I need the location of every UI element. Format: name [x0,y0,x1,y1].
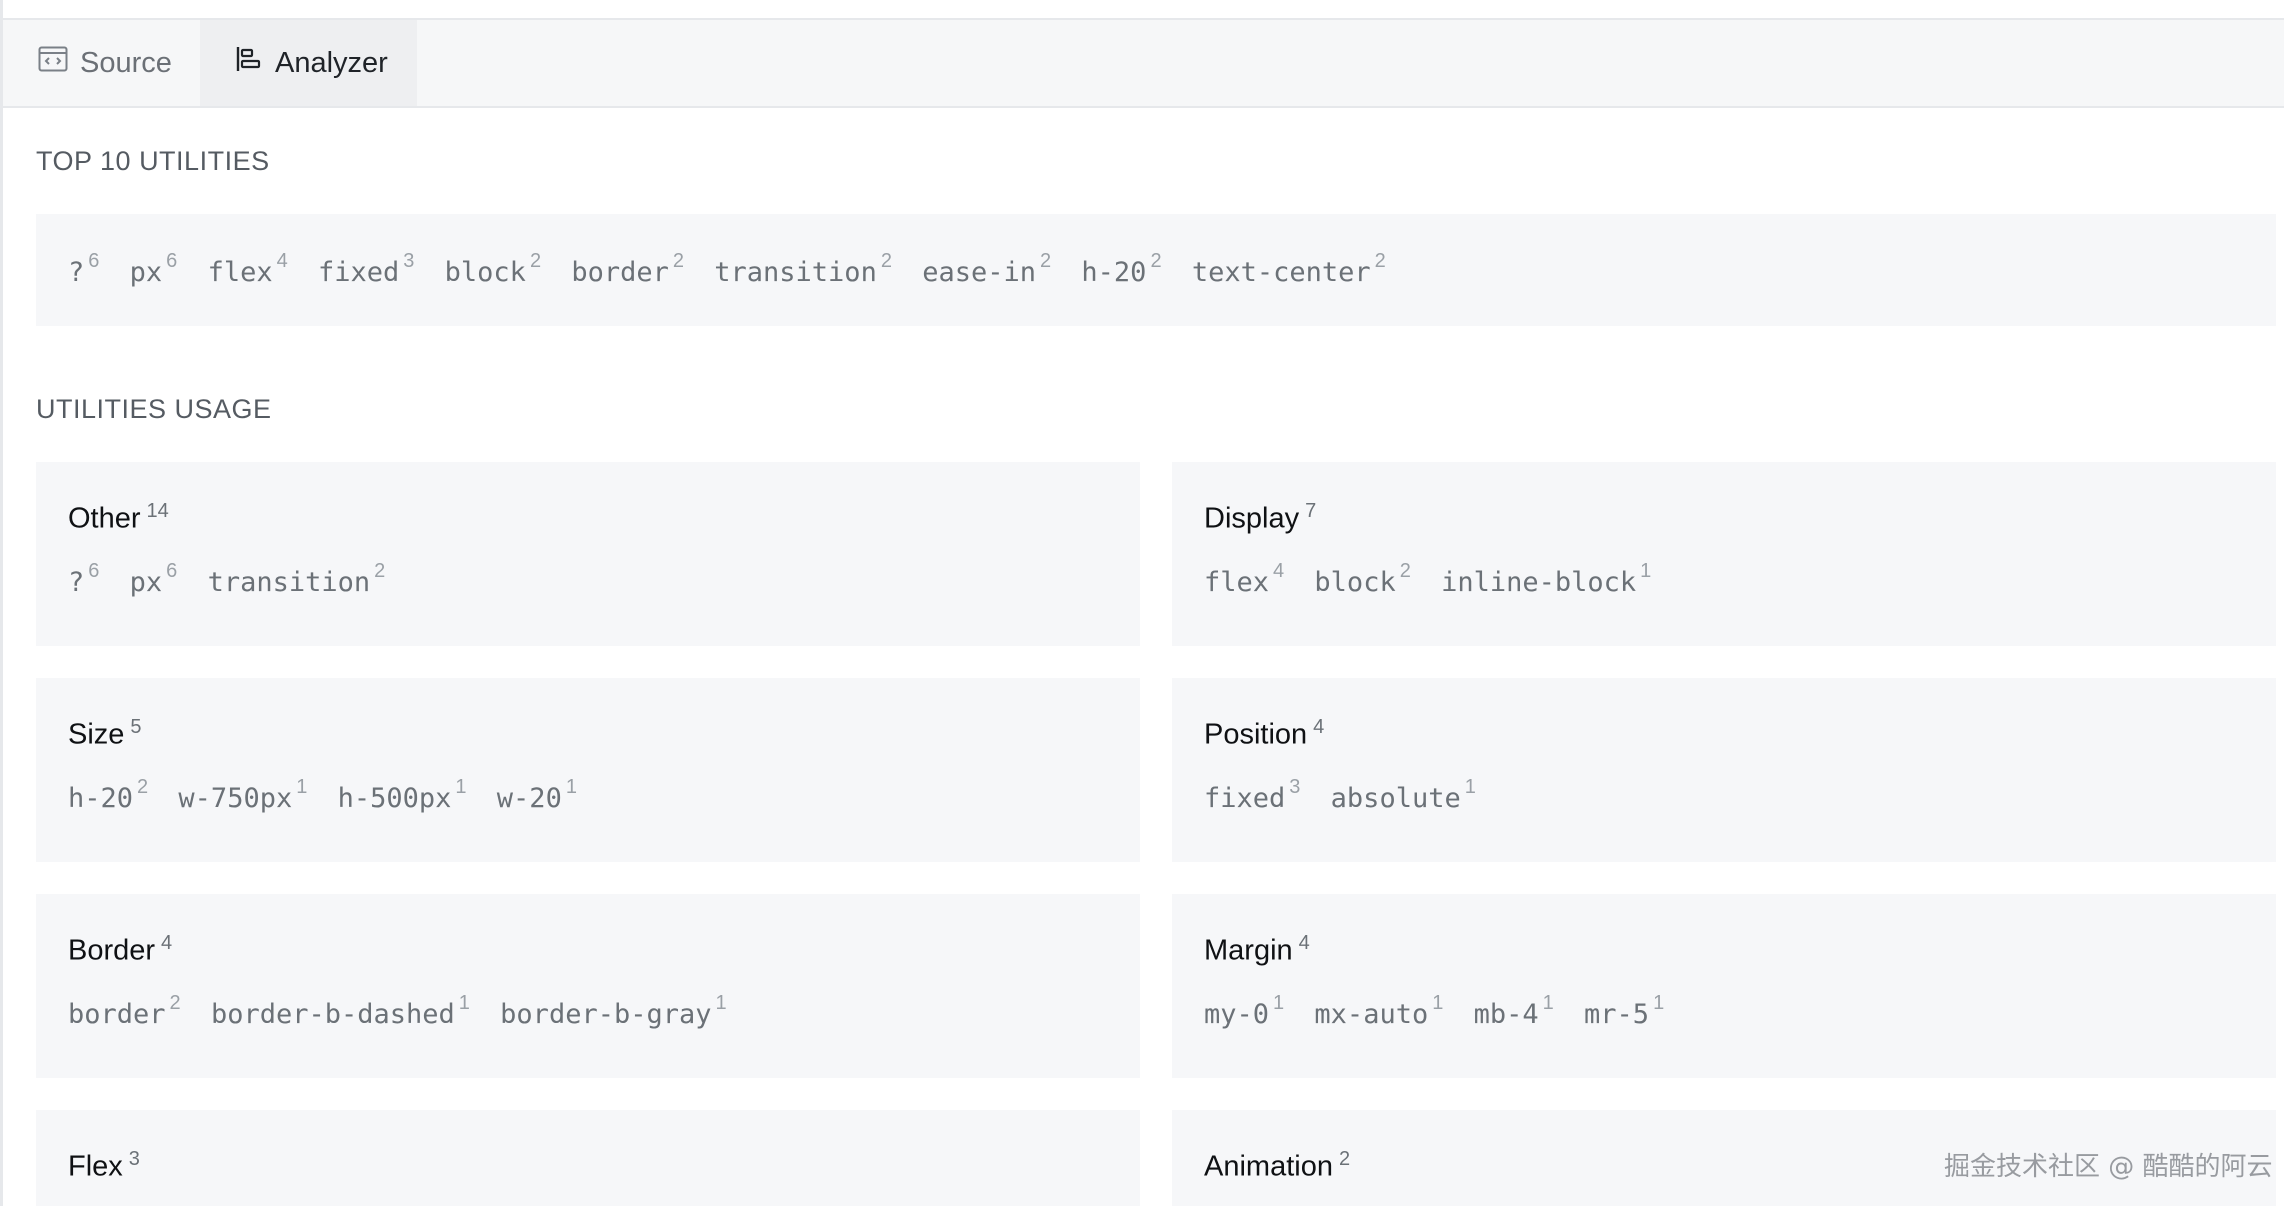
utility-token: my-0 1 [1204,992,1285,1030]
utility-token: fixed 3 [1204,776,1301,814]
utility-token: mb-4 1 [1473,992,1554,1030]
utility-token: flex 4 [207,250,288,288]
usage-card-border: Border 4 border 2 border-b-dashed 1 border-… [36,894,1140,1078]
top-utilities-panel: ? 6 px 6 flex 4 fixed 3 block 2 border 2 trans… [36,214,2276,326]
card-title: Margin 4 [1204,932,1310,967]
utility-token: border 2 [571,250,684,288]
utility-token: fixed 3 [317,250,415,288]
utility-token: absolute 1 [1330,776,1476,814]
utility-token: mx-auto 1 [1314,992,1444,1030]
window-left-border [0,0,3,1206]
usage-card-size: Size 5 h-20 2 w-750px 1 h-500px 1 w-20 1 [36,678,1140,862]
utility-token: h-500px 1 [337,776,467,814]
card-utility-list: fixed 3 absolute 1 [1204,776,1490,814]
card-title: Other 14 [68,500,169,535]
card-title: Size 5 [68,716,142,751]
usage-card-margin: Margin 4 my-0 1 mx-auto 1 mb-4 1 mr-5 1 [1172,894,2276,1078]
usage-card-other: Other 14 ? 6 px 6 transition 2 [36,462,1140,646]
card-title: Position 4 [1204,716,1325,751]
utility-token: border-b-gray 1 [500,992,727,1030]
utility-token: h-20 2 [1081,250,1162,288]
usage-card-position: Position 4 fixed 3 absolute 1 [1172,678,2276,862]
usage-card-display: Display 7 flex 4 block 2 inline-block 1 [1172,462,2276,646]
window-top-border [0,0,2284,20]
utility-token: border-b-dashed 1 [210,992,470,1030]
tab-source-label: Source [80,46,172,79]
utility-token: w-20 1 [496,776,577,814]
top-utilities-list: ? 6 px 6 flex 4 fixed 3 block 2 border 2 trans… [68,250,1400,288]
align-left-bars-icon [235,45,275,81]
card-title: Border 4 [68,932,173,967]
card-utility-list: flex 4 block 2 inline-block 1 [1204,560,1665,598]
utility-token: mr-5 1 [1584,992,1665,1030]
card-utility-list: h-20 2 w-750px 1 h-500px 1 w-20 1 [68,776,591,814]
tab-analyzer-label: Analyzer [275,46,388,79]
card-utility-list: ? 6 px 6 transition 2 [68,560,399,598]
card-utility-list: my-0 1 mx-auto 1 mb-4 1 mr-5 1 [1204,992,1678,1030]
utility-token: block 2 [1314,560,1411,598]
card-utility-list: border 2 border-b-dashed 1 border-b-gray 1 [68,992,741,1030]
utilities-usage-heading: UTILITIES USAGE [36,394,272,424]
utility-token: transition 2 [714,250,892,288]
utility-token: px 6 [129,560,178,598]
utility-token: ? 6 [68,250,100,288]
utility-token: block 2 [444,250,542,288]
usage-card-flex: Flex 3 [36,1110,1140,1206]
utility-token: w-750px 1 [178,776,308,814]
utility-token: border 2 [68,992,181,1030]
card-title: Flex 3 [68,1148,140,1183]
utility-token: inline-block 1 [1441,560,1652,598]
tab-source[interactable]: Source [3,20,200,106]
utility-token: ? 6 [68,560,100,598]
watermark-text: 掘金技术社区 @ 酷酷的阿云 [1944,1152,2273,1182]
code-window-icon [38,46,80,80]
card-title: Display 7 [1204,500,1317,535]
utility-token: ease-in 2 [922,250,1052,288]
utility-token: transition 2 [207,560,386,598]
utility-token: px 6 [129,250,178,288]
utility-token: h-20 2 [68,776,149,814]
card-title: Animation 2 [1204,1148,1351,1183]
top-utilities-heading: TOP 10 UTILITIES [36,146,270,176]
tab-bar: Source Analyzer [3,20,2284,108]
utility-token: flex 4 [1204,560,1285,598]
tab-analyzer[interactable]: Analyzer [200,20,417,106]
utility-token: text-center 2 [1191,250,1386,288]
